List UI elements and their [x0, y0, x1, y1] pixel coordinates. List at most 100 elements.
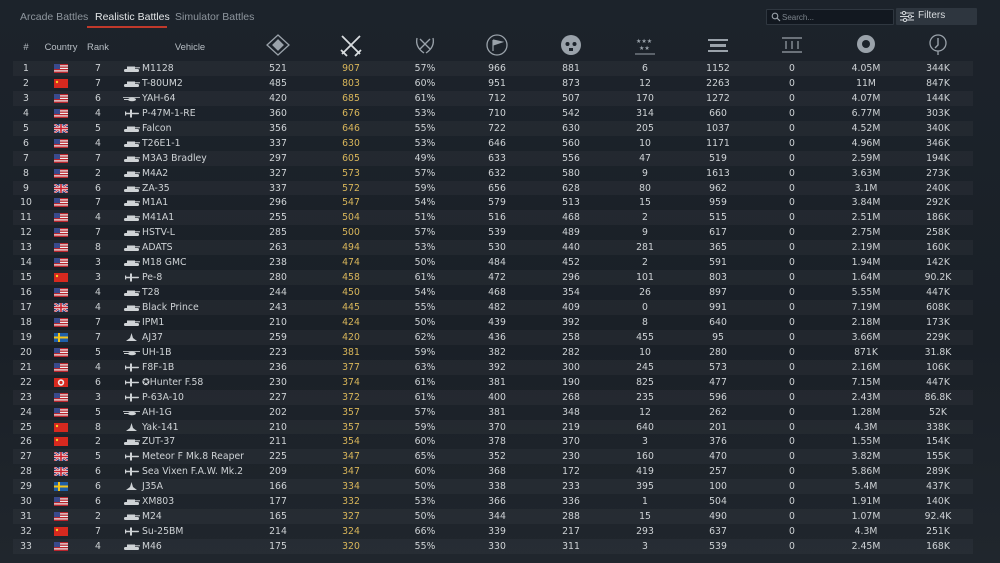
naval-kills-icon[interactable] [779, 33, 805, 57]
row-vehicle-name[interactable]: Pe-8 [142, 270, 162, 285]
stars-icon[interactable]: ★★★ ★★ [632, 33, 658, 57]
row-vehicle-name[interactable]: ZUT-37 [142, 434, 175, 449]
skull-icon[interactable] [558, 33, 584, 57]
table-row[interactable]: 25 8 210 357 59% 370 219 640 201 0 4.3M 338K Yak-141 [13, 420, 973, 435]
row-vehicle-name[interactable]: AH-1G [142, 405, 172, 420]
row-kills: 372 [342, 391, 360, 403]
tab-simulator-battles[interactable]: Simulator Battles [175, 11, 254, 23]
row-vehicle-name[interactable]: M18 GMC [142, 255, 187, 270]
table-row[interactable]: 28 6 209 347 60% 368 172 419 257 0 5.86M 289K Sea Vi… [13, 464, 973, 479]
row-vehicle-name[interactable]: Meteor F Mk.8 Reaper [142, 449, 244, 464]
table-row[interactable]: 19 7 259 420 62% 436 258 455 95 0 3.66M 229K AJ37 [13, 330, 973, 345]
row-vehicle-name[interactable]: M41A1 [142, 210, 174, 225]
table-row[interactable]: 4 4 360 676 53% 710 542 314 660 0 6.77M 303K P-47M-1… [13, 106, 973, 121]
row-win-rate: 57% [414, 63, 436, 74]
row-vehicle-name[interactable]: Yak-141 [142, 420, 179, 435]
row-battles: 210 [269, 421, 287, 433]
row-vehicle-name[interactable]: UH-1B [142, 345, 171, 360]
row-vehicle-name[interactable]: F8F-1B [142, 360, 174, 375]
table-row[interactable]: 17 4 243 445 55% 482 409 0 991 0 7.19M 608K Black Pr… [13, 300, 973, 315]
row-stat-4: 366 [488, 496, 506, 508]
table-row[interactable]: 10 7 296 547 54% 579 513 15 959 0 3.84M 292K M1A1 [13, 195, 973, 210]
table-row[interactable]: 24 5 202 357 57% 381 348 12 262 0 1.28M 52K AH-1G [13, 405, 973, 420]
table-row[interactable]: 6 4 337 630 53% 646 560 10 1171 0 4.96M 346K T26E1-1 [13, 136, 973, 151]
row-vehicle-name[interactable]: ADATS [142, 240, 173, 255]
row-vehicle-name[interactable]: Su-25BM [142, 524, 183, 539]
battles-icon[interactable] [265, 33, 291, 57]
table-row[interactable]: 8 2 327 573 57% 632 580 9 1613 0 3.63M 273K M4A2 [13, 166, 973, 181]
row-rank: 7 [95, 526, 101, 538]
row-vehicle-name[interactable]: Falcon [142, 121, 171, 136]
tab-realistic-battles[interactable]: Realistic Battles [95, 11, 170, 23]
row-vehicle-name[interactable]: IPM1 [142, 315, 164, 330]
table-row[interactable]: 9 6 337 572 59% 656 628 80 962 0 3.1M 240K ZA-35 [13, 181, 973, 196]
table-row[interactable]: 33 4 175 320 55% 330 311 3 539 0 2.45M 168K M46 [13, 539, 973, 554]
victory-wreath-icon[interactable] [412, 33, 438, 57]
table-row[interactable]: 23 3 227 372 61% 400 268 235 596 0 2.43M 86.8K P-63A… [13, 390, 973, 405]
table-row[interactable]: 13 8 263 494 53% 530 440 281 365 0 2.19M 160K ADATS [13, 240, 973, 255]
flag-icon[interactable] [484, 33, 510, 57]
row-stat-4: 436 [488, 331, 506, 343]
us-flag-icon [54, 347, 68, 357]
row-vehicle-name[interactable]: HSTV-L [142, 225, 175, 240]
table-row[interactable]: 14 3 238 474 50% 484 452 2 591 0 1.94M 142K M18 GMC [13, 255, 973, 270]
research-icon[interactable] [925, 33, 951, 57]
row-vehicle-name[interactable]: M46 [142, 539, 162, 554]
row-vehicle-name[interactable]: P-63A-10 [142, 390, 184, 405]
table-row[interactable]: 27 5 225 347 65% 352 230 160 470 0 3.82M 155K Meteor… [13, 449, 973, 464]
crossed-swords-icon[interactable] [338, 33, 364, 57]
table-row[interactable]: 26 2 211 354 60% 378 370 3 376 0 1.55M 154K ZUT-37 [13, 434, 973, 449]
table-row[interactable]: 21 4 236 377 63% 392 300 245 573 0 2.16M 106K F8F-1B [13, 360, 973, 375]
row-number: 9 [23, 182, 29, 194]
column-country[interactable]: Country [45, 41, 78, 52]
table-row[interactable]: 18 7 210 424 50% 439 392 8 640 0 2.18M 173K IPM1 [13, 315, 973, 330]
row-vehicle-name[interactable]: T28 [142, 285, 160, 300]
row-vehicle-name[interactable]: J35A [142, 479, 163, 494]
row-vehicle-name[interactable]: ZA-35 [142, 181, 170, 196]
row-stat-5: 311 [562, 541, 580, 552]
row-vehicle-name[interactable]: M1128 [142, 61, 174, 76]
row-vehicle-name[interactable]: Black Prince [142, 300, 199, 315]
table-row[interactable]: 16 4 244 450 54% 468 354 26 897 0 5.55M 447K T28 [13, 285, 973, 300]
row-vehicle-name[interactable]: P-47M-1-RE [142, 106, 196, 121]
row-vehicle-name[interactable]: XM803 [142, 494, 174, 509]
column-rank[interactable]: Rank [87, 41, 109, 52]
row-vehicle-name[interactable]: YAH-64 [142, 91, 176, 106]
table-row[interactable]: 3 6 420 685 61% 712 507 170 1272 0 4.07M 144K YAH-64 [13, 91, 973, 106]
row-stat-4: 468 [488, 287, 506, 299]
column-number[interactable]: # [23, 41, 28, 52]
row-vehicle-name[interactable]: AJ37 [142, 330, 163, 345]
row-vehicle-name[interactable]: M3A3 Bradley [142, 151, 207, 166]
tank-icon [123, 79, 140, 88]
row-vehicle-name[interactable]: Sea Vixen F.A.W. Mk.2 [142, 464, 243, 479]
table-row[interactable]: 20 5 223 381 59% 382 282 10 280 0 871K 31.8K UH-1B [13, 345, 973, 360]
table-row[interactable]: 1 7 521 907 57% 966 881 6 1152 0 4.05M 344K M1128 [13, 61, 973, 76]
row-vehicle-name[interactable]: T26E1-1 [142, 136, 181, 151]
search-box[interactable] [766, 9, 894, 25]
row-vehicle-name[interactable]: M4A2 [142, 166, 168, 181]
us-flag-icon [54, 392, 68, 402]
table-row[interactable]: 11 4 255 504 51% 516 468 2 515 0 2.51M 186K M41A1 [13, 210, 973, 225]
table-row[interactable]: 29 6 166 334 50% 338 233 395 100 0 5.4M 437K J35A [13, 479, 973, 494]
table-row[interactable]: 30 6 177 332 53% 366 336 1 504 0 1.91M 140K XM803 [13, 494, 973, 509]
filters-button[interactable]: Filters [896, 8, 977, 25]
tab-arcade-battles[interactable]: Arcade Battles [20, 11, 88, 23]
row-vehicle-name[interactable]: M24 [142, 509, 162, 524]
row-vehicle-name[interactable]: ✪Hunter F.58 [142, 375, 203, 390]
table-row[interactable]: 2 7 485 803 60% 951 873 12 2263 0 11M 847K T-80UM2 [13, 76, 973, 91]
table-row[interactable]: 15 3 280 458 61% 472 296 101 803 0 1.64M 90.2K Pe-8 [13, 270, 973, 285]
table-row[interactable]: 22 6 230 374 61% 381 190 825 477 0 7.15M 447K ✪Hunte… [13, 375, 973, 390]
search-input[interactable] [782, 10, 892, 24]
row-vehicle-name[interactable]: M1A1 [142, 195, 168, 210]
lion-icon[interactable] [853, 33, 879, 57]
table-row[interactable]: 7 7 297 605 49% 633 556 47 519 0 2.59M 194K M3A3 Bra… [13, 151, 973, 166]
row-vehicle-name[interactable]: T-80UM2 [142, 76, 183, 91]
table-row[interactable]: 12 7 285 500 57% 539 489 9 617 0 2.75M 258K HSTV-L [13, 225, 973, 240]
ground-kills-icon[interactable] [705, 33, 731, 57]
column-vehicle[interactable]: Vehicle [175, 41, 205, 52]
table-row[interactable]: 5 5 356 646 55% 722 630 205 1037 0 4.52M 340K Falcon [13, 121, 973, 136]
table-row[interactable]: 32 7 214 324 66% 339 217 293 637 0 4.3M 251K Su-25BM [13, 524, 973, 539]
row-win-rate: 61% [414, 376, 436, 388]
table-row[interactable]: 31 2 165 327 50% 344 288 15 490 0 1.07M 92.4K M24 [13, 509, 973, 524]
row-stat-10: 155K [926, 451, 950, 463]
